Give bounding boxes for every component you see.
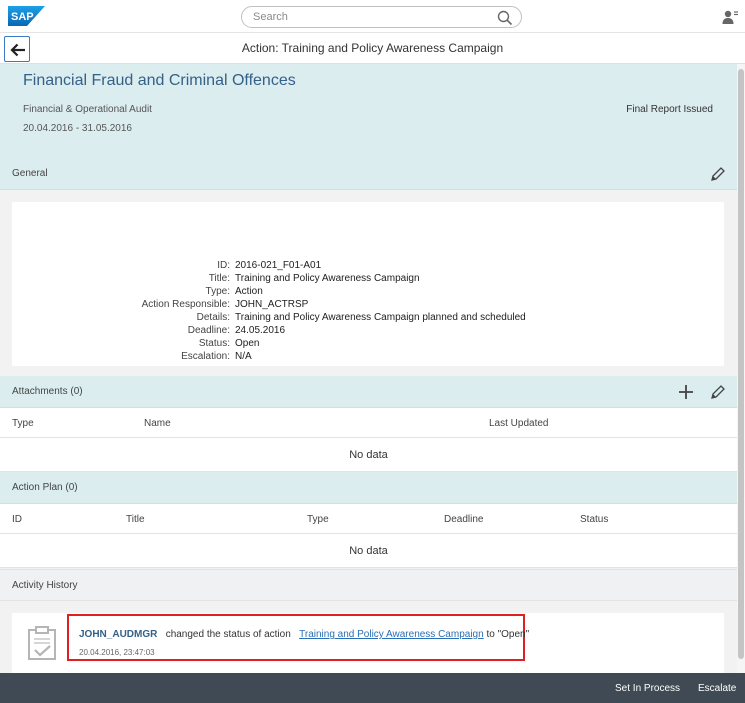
form-row-deadline: Deadline: 24.05.2016 <box>12 325 724 338</box>
general-section-title: General <box>12 168 48 179</box>
general-form: ID: 2016-021_F01-A01 Title: Training and… <box>12 202 724 366</box>
form-row-id: ID: 2016-021_F01-A01 <box>12 260 724 273</box>
column-header-id[interactable]: ID <box>12 514 22 525</box>
column-header-type[interactable]: Type <box>12 418 34 429</box>
activity-section-title: Activity History <box>12 580 78 591</box>
field-label: Title: <box>208 273 230 284</box>
column-header-deadline[interactable]: Deadline <box>444 514 483 525</box>
column-header-last-updated[interactable]: Last Updated <box>489 418 549 429</box>
set-in-process-button[interactable]: Set In Process <box>615 683 680 694</box>
attachments-section-title: Attachments (0) <box>12 386 83 397</box>
activity-text: JOHN_AUDMGR changed the status of action… <box>79 629 529 640</box>
object-period: 20.04.2016 - 31.05.2016 <box>23 123 132 134</box>
form-row-title: Title: Training and Policy Awareness Cam… <box>12 273 724 286</box>
general-section-header: General <box>0 158 737 190</box>
field-value: Open <box>235 338 260 349</box>
field-value: Training and Policy Awareness Campaign <box>235 273 420 284</box>
svg-text:SAP: SAP <box>11 11 34 23</box>
field-label: Deadline: <box>187 325 230 336</box>
clipboard-check-icon <box>28 626 56 660</box>
form-row-escalation: Escalation: N/A <box>12 351 724 364</box>
sap-logo[interactable]: SAP <box>8 6 45 26</box>
activity-item: JOHN_AUDMGR changed the status of action… <box>12 613 724 673</box>
form-row-type: Type: Action <box>12 286 724 299</box>
action-plan-empty-row: No data <box>0 534 737 568</box>
field-label: Status: <box>198 338 230 349</box>
field-value: N/A <box>235 351 252 362</box>
activity-description: changed the status of action <box>165 629 291 640</box>
field-value: 24.05.2016 <box>235 325 286 336</box>
field-label: Details: <box>196 312 230 323</box>
page-title-bar: Action: Training and Policy Awareness Ca… <box>0 33 745 64</box>
activity-timestamp: 20.04.2016, 23:47:03 <box>79 648 155 657</box>
object-title: Financial Fraud and Criminal Offences <box>23 72 296 89</box>
search-icon[interactable] <box>497 10 513 26</box>
form-row-status: Status: Open <box>12 338 724 351</box>
search-field[interactable] <box>241 6 522 28</box>
column-header-title[interactable]: Title <box>126 514 145 525</box>
attachments-empty-row: No data <box>0 438 737 472</box>
column-header-name[interactable]: Name <box>144 418 171 429</box>
activity-description-end: to "Open" <box>486 629 530 640</box>
no-data-text: No data <box>349 545 388 557</box>
shell-bar: SAP <box>0 0 745 33</box>
form-row-action-responsible: Action Responsible: JOHN_ACTRSP <box>12 299 724 312</box>
escalate-button[interactable]: Escalate <box>698 683 736 694</box>
attachments-table-header: Type Name Last Updated <box>0 408 737 438</box>
add-attachment-icon[interactable] <box>676 382 696 402</box>
field-value: JOHN_ACTRSP <box>235 299 309 310</box>
field-value: 2016-021_F01-A01 <box>235 260 322 271</box>
search-input[interactable] <box>253 10 493 24</box>
activity-section-header: Activity History <box>0 569 737 601</box>
user-menu-icon[interactable] <box>720 7 740 27</box>
object-status: Final Report Issued <box>626 104 713 115</box>
scrollbar-thumb[interactable] <box>738 69 744 659</box>
edit-attachments-icon[interactable] <box>708 382 728 402</box>
general-section-body: ID: 2016-021_F01-A01 Title: Training and… <box>0 191 737 377</box>
action-plan-section-title: Action Plan (0) <box>12 482 78 493</box>
form-row-details: Details: Training and Policy Awareness C… <box>12 312 724 325</box>
activity-section-body: JOHN_AUDMGR changed the status of action… <box>0 601 737 673</box>
activity-action-link[interactable]: Training and Policy Awareness Campaign <box>299 629 484 640</box>
field-label: ID: <box>217 260 230 271</box>
edit-general-icon[interactable] <box>708 164 728 184</box>
attachments-section-header: Attachments (0) <box>0 376 737 408</box>
field-label: Escalation: <box>181 351 230 362</box>
field-value: Training and Policy Awareness Campaign p… <box>235 312 526 323</box>
activity-user-link[interactable]: JOHN_AUDMGR <box>79 629 157 640</box>
no-data-text: No data <box>349 449 388 461</box>
column-header-type[interactable]: Type <box>307 514 329 525</box>
main-content: Financial Fraud and Criminal Offences Fi… <box>0 64 737 673</box>
field-value: Action <box>235 286 263 297</box>
page-title: Action: Training and Policy Awareness Ca… <box>241 41 504 55</box>
footer-toolbar: Set In Process Escalate <box>0 673 745 703</box>
column-header-status[interactable]: Status <box>580 514 608 525</box>
object-subtitle: Financial & Operational Audit <box>23 104 152 115</box>
field-label: Action Responsible: <box>141 299 230 310</box>
action-plan-table-header: ID Title Type Deadline Status <box>0 504 737 534</box>
field-label: Type: <box>205 286 230 297</box>
vertical-scrollbar[interactable] <box>737 64 745 673</box>
action-plan-section-header: Action Plan (0) <box>0 472 737 504</box>
